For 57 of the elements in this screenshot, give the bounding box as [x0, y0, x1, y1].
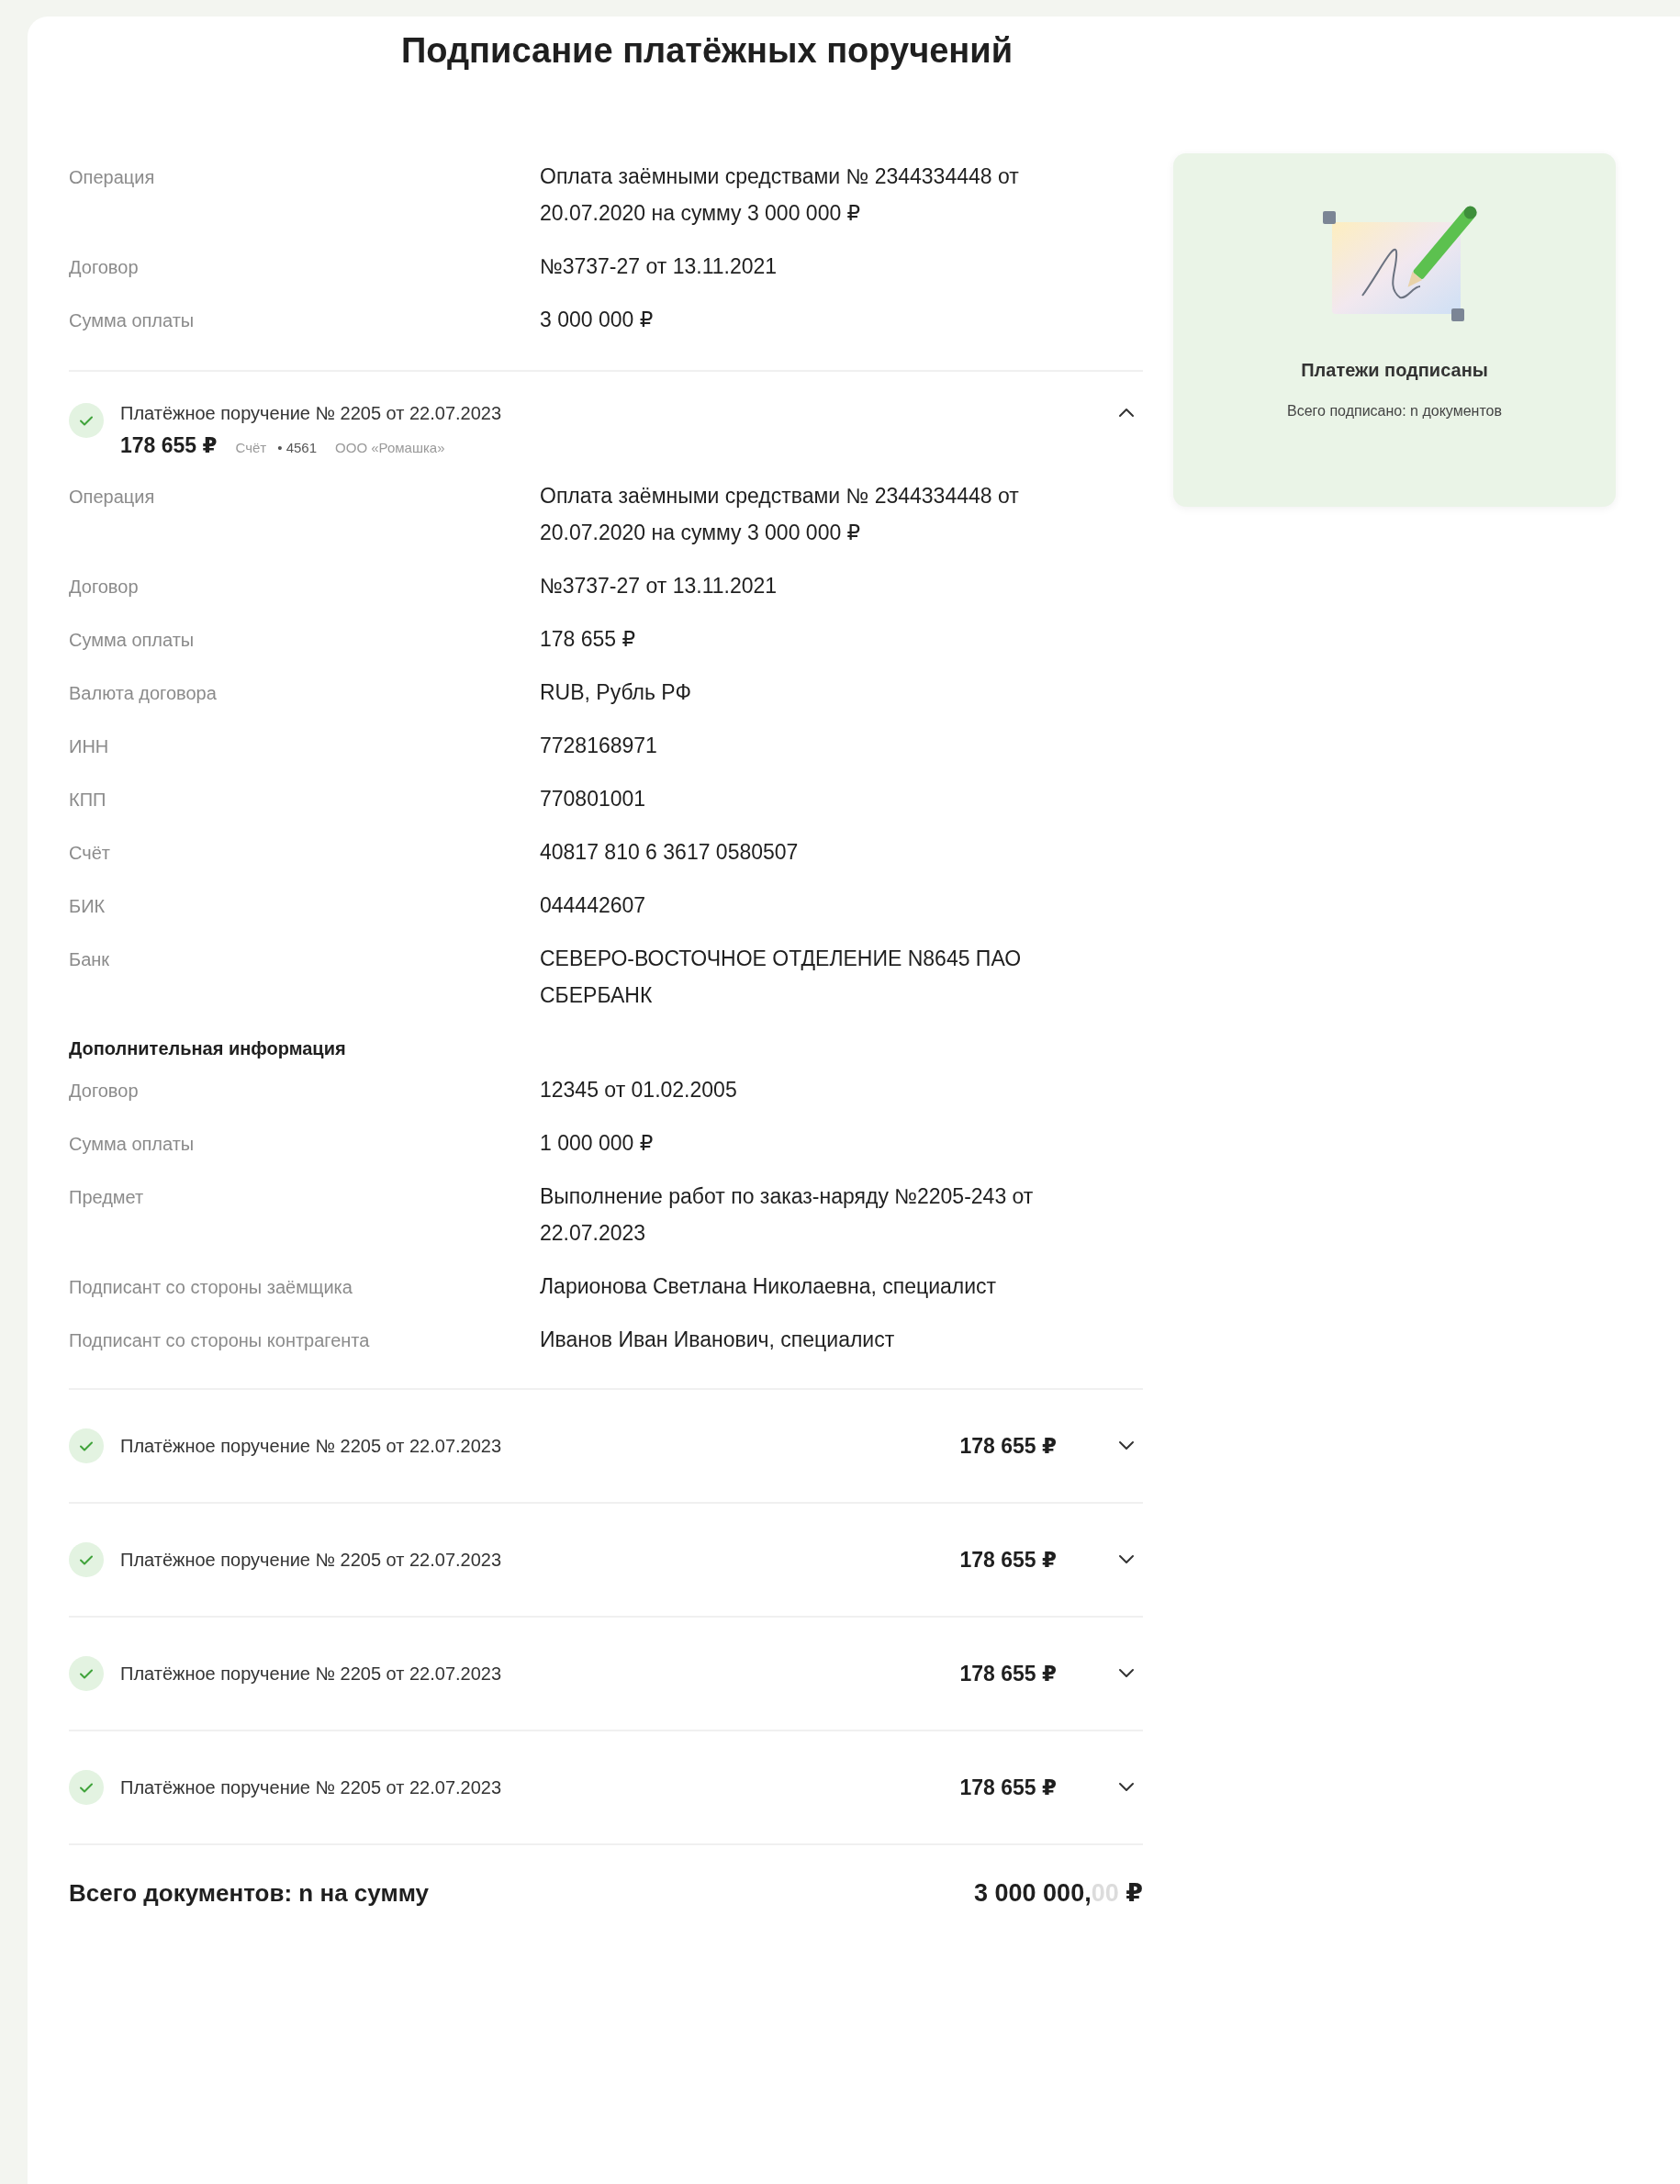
field-value: RUB, Рубль РФ [540, 679, 692, 706]
field-value: 770801001 [540, 786, 647, 812]
field-value: 3 000 000 ₽ [540, 307, 655, 333]
field-value: Оплата заёмными средствами № 2344334448 от 20.07.2020 на сумму 3 000 000 ₽ [540, 483, 1020, 546]
field-label: БИК [69, 895, 106, 918]
payment-title: Платёжное поручение № 2205 от 22.07.2023 [120, 1435, 503, 1457]
payment-amount: 178 655 ₽ [959, 1433, 1057, 1459]
field-label: ИНН [69, 735, 110, 758]
payment-amount: 178 655 ₽ [959, 1775, 1057, 1800]
field-value: Оплата заёмными средствами № 2344334448 от 20.07.2020 на сумму 3 000 000 ₽ [540, 163, 1020, 227]
status-title: Платежи подписаны [1301, 360, 1488, 381]
field-label: Банк [69, 948, 111, 971]
status-subtitle: Всего подписано: n документов [1287, 403, 1502, 420]
chevron-icon [1117, 1782, 1136, 1793]
field-label: КПП [69, 789, 107, 812]
payment-amount: 178 655 ₽ [959, 1661, 1057, 1686]
page-title: Подписание платёжных поручений [399, 31, 1014, 71]
field-label: Предмет [69, 1186, 145, 1209]
field-value: 12345 от 01.02.2005 [540, 1077, 738, 1103]
chevron-icon [1117, 1554, 1136, 1565]
field-value: Выполнение работ по заказ-наряду №2205-243 от 22.07.2023 [540, 1183, 1035, 1247]
field-value: 1 000 000 ₽ [540, 1130, 655, 1157]
payment-title: Платёжное поручение № 2205 от 22.07.2023 [120, 1549, 503, 1571]
field-label: Операция [69, 486, 156, 509]
field-label: Операция [69, 166, 156, 189]
field-label: Договор [69, 256, 140, 279]
counterparty-name: ООО «Ромашка» [335, 440, 445, 455]
field-label: Сумма оплаты [69, 1133, 196, 1156]
chevron-icon [1117, 407, 1136, 418]
payment-title: Платёжное поручение № 2205 от 22.07.2023 [120, 1776, 503, 1798]
field-value: №3737-27 от 13.11.2021 [540, 253, 778, 280]
account-label: Счёт [235, 440, 267, 455]
field-value: 40817 810 6 3617 0580507 [540, 839, 800, 866]
field-value: №3737-27 от 13.11.2021 [540, 573, 778, 599]
field-value: 178 655 ₽ [540, 626, 637, 653]
field-value: Иванов Иван Иванович, специалист [540, 1327, 896, 1353]
payment-amount: 178 655 ₽ [120, 433, 218, 458]
payment-amount: 178 655 ₽ [959, 1547, 1057, 1573]
field-label: Валюта договора [69, 682, 218, 705]
field-label: Договор [69, 576, 140, 599]
field-value: 044442607 [540, 892, 647, 919]
field-value: 7728168971 [540, 733, 658, 759]
total-label: Всего документов: n на сумму [69, 1878, 429, 1908]
field-label: Договор [69, 1080, 140, 1103]
field-label: Сумма оплаты [69, 629, 196, 652]
field-label: Подписант со стороны заёмщика [69, 1276, 353, 1299]
payment-title: Платёжное поручение № 2205 от 22.07.2023 [120, 403, 503, 424]
chevron-icon [1117, 1668, 1136, 1679]
field-value: Ларионова Светлана Николаевна, специалист [540, 1273, 998, 1300]
field-value: СЕВЕРО-ВОСТОЧНОЕ ОТДЕЛЕНИЕ N8645 ПАО СБЕРБАНК [540, 946, 1023, 1009]
field-label: Сумма оплаты [69, 309, 196, 332]
chevron-icon [1117, 1440, 1136, 1451]
payment-title: Платёжное поручение № 2205 от 22.07.2023 [120, 1663, 503, 1685]
account-number: • 4561 [277, 440, 318, 455]
section-heading: Дополнительная информация [69, 1037, 347, 1060]
field-label: Счёт [69, 842, 111, 865]
field-label: Подписант со стороны контрагента [69, 1329, 371, 1352]
